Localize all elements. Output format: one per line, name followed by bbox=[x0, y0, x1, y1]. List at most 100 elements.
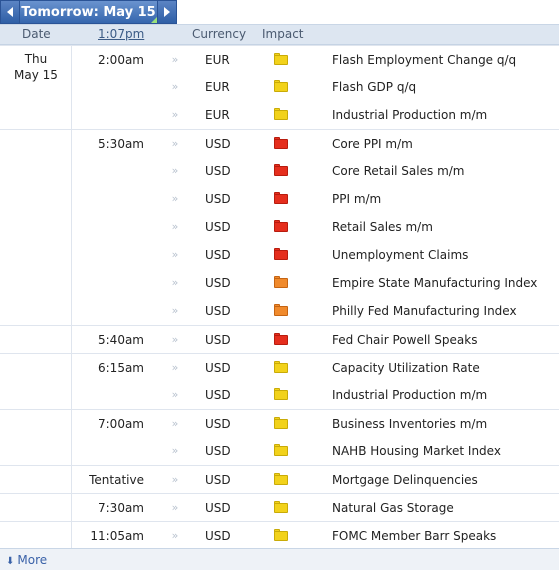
event-title[interactable]: Capacity Utilization Rate bbox=[332, 354, 480, 382]
detail-arrow-icon[interactable]: » bbox=[168, 326, 182, 354]
detail-arrow-icon[interactable]: » bbox=[168, 101, 182, 129]
table-row[interactable]: 2:00am » EUR Flash Employment Change q/q bbox=[0, 45, 559, 73]
tab-tomorrow[interactable]: Tomorrow: May 15 bbox=[20, 0, 157, 24]
event-title[interactable]: Industrial Production m/m bbox=[332, 101, 487, 129]
table-row[interactable]: » USD Unemployment Claims bbox=[0, 241, 559, 269]
event-title[interactable]: Flash Employment Change q/q bbox=[332, 46, 516, 74]
detail-arrow-icon[interactable]: » bbox=[168, 437, 182, 465]
event-title[interactable]: FOMC Member Barr Speaks bbox=[332, 522, 496, 550]
yellow-impact-folder-icon[interactable] bbox=[274, 529, 288, 541]
yellow-impact-folder-icon[interactable] bbox=[274, 417, 288, 429]
event-time bbox=[74, 437, 144, 465]
red-impact-folder-icon[interactable] bbox=[274, 248, 288, 260]
previous-day-button[interactable] bbox=[0, 0, 20, 24]
red-impact-folder-icon[interactable] bbox=[274, 137, 288, 149]
impact-cell bbox=[262, 354, 302, 382]
event-currency: EUR bbox=[205, 80, 230, 94]
impact-cell bbox=[262, 466, 302, 494]
next-day-button[interactable] bbox=[157, 0, 177, 24]
yellow-impact-folder-icon[interactable] bbox=[274, 444, 288, 456]
table-row[interactable]: » USD PPI m/m bbox=[0, 185, 559, 213]
more-link[interactable]: ⬇ More bbox=[6, 553, 47, 567]
table-row[interactable]: 7:00am » USD Business Inventories m/m bbox=[0, 409, 559, 437]
table-row[interactable]: » USD Industrial Production m/m bbox=[0, 381, 559, 409]
event-title[interactable]: Mortgage Delinquencies bbox=[332, 466, 478, 494]
event-title[interactable]: Empire State Manufacturing Index bbox=[332, 269, 537, 297]
event-title[interactable]: Natural Gas Storage bbox=[332, 494, 454, 522]
detail-arrow-icon[interactable]: » bbox=[168, 381, 182, 409]
yellow-impact-folder-icon[interactable] bbox=[274, 388, 288, 400]
orange-impact-folder-icon[interactable] bbox=[274, 276, 288, 288]
yellow-impact-folder-icon[interactable] bbox=[274, 361, 288, 373]
table-row[interactable]: Tentative » USD Mortgage Delinquencies bbox=[0, 465, 559, 493]
table-row[interactable]: 6:15am » USD Capacity Utilization Rate bbox=[0, 353, 559, 381]
yellow-impact-folder-icon[interactable] bbox=[274, 108, 288, 120]
table-row[interactable]: » USD NAHB Housing Market Index bbox=[0, 437, 559, 465]
orange-impact-folder-icon[interactable] bbox=[274, 304, 288, 316]
event-title[interactable]: Industrial Production m/m bbox=[332, 381, 487, 409]
red-impact-folder-icon[interactable] bbox=[274, 192, 288, 204]
event-currency: USD bbox=[205, 361, 231, 375]
detail-arrow-icon[interactable]: » bbox=[168, 241, 182, 269]
yellow-impact-folder-icon[interactable] bbox=[274, 501, 288, 513]
detail-arrow-icon[interactable]: » bbox=[168, 73, 182, 101]
impact-cell bbox=[262, 522, 302, 550]
event-title[interactable]: Business Inventories m/m bbox=[332, 410, 487, 438]
detail-arrow-icon[interactable]: » bbox=[168, 354, 182, 382]
event-title[interactable]: Fed Chair Powell Speaks bbox=[332, 326, 477, 354]
event-time bbox=[74, 381, 144, 409]
yellow-impact-folder-icon[interactable] bbox=[274, 53, 288, 65]
detail-arrow-icon[interactable]: » bbox=[168, 157, 182, 185]
table-row[interactable]: 5:40am » USD Fed Chair Powell Speaks bbox=[0, 325, 559, 353]
detail-arrow-icon[interactable]: » bbox=[168, 213, 182, 241]
impact-cell bbox=[262, 101, 302, 129]
impact-cell bbox=[262, 381, 302, 409]
table-row[interactable]: 11:05am » USD FOMC Member Barr Speaks bbox=[0, 521, 559, 549]
table-row[interactable]: » USD Core Retail Sales m/m bbox=[0, 157, 559, 185]
event-title[interactable]: Core Retail Sales m/m bbox=[332, 157, 465, 185]
detail-arrow-icon[interactable]: » bbox=[168, 297, 182, 325]
detail-arrow-icon[interactable]: » bbox=[168, 185, 182, 213]
event-title[interactable]: Flash GDP q/q bbox=[332, 73, 416, 101]
event-time: 11:05am bbox=[90, 529, 144, 543]
event-title[interactable]: Philly Fed Manufacturing Index bbox=[332, 297, 517, 325]
event-currency: USD bbox=[205, 276, 231, 290]
detail-arrow-icon[interactable]: » bbox=[168, 494, 182, 522]
event-title[interactable]: Unemployment Claims bbox=[332, 241, 468, 269]
yellow-impact-folder-icon[interactable] bbox=[274, 473, 288, 485]
red-impact-folder-icon[interactable] bbox=[274, 164, 288, 176]
table-row[interactable]: 7:30am » USD Natural Gas Storage bbox=[0, 493, 559, 521]
impact-cell bbox=[262, 213, 302, 241]
detail-arrow-icon[interactable]: » bbox=[168, 466, 182, 494]
event-title[interactable]: Core PPI m/m bbox=[332, 130, 413, 158]
event-currency: USD bbox=[205, 529, 231, 543]
impact-cell bbox=[262, 73, 302, 101]
table-row[interactable]: 5:30am » USD Core PPI m/m bbox=[0, 129, 559, 157]
header-time-link[interactable]: 1:07pm bbox=[98, 27, 144, 41]
down-arrow-icon: ⬇ bbox=[6, 556, 15, 567]
detail-arrow-icon[interactable]: » bbox=[168, 269, 182, 297]
red-impact-folder-icon[interactable] bbox=[274, 220, 288, 232]
event-currency: USD bbox=[205, 248, 231, 262]
table-row[interactable]: » USD Philly Fed Manufacturing Index bbox=[0, 297, 559, 325]
impact-cell bbox=[262, 326, 302, 354]
event-time: Tentative bbox=[89, 473, 144, 487]
red-impact-folder-icon[interactable] bbox=[274, 333, 288, 345]
event-currency: USD bbox=[205, 192, 231, 206]
event-currency: USD bbox=[205, 473, 231, 487]
detail-arrow-icon[interactable]: » bbox=[168, 130, 182, 158]
event-title[interactable]: NAHB Housing Market Index bbox=[332, 437, 501, 465]
table-row[interactable]: » EUR Industrial Production m/m bbox=[0, 101, 559, 129]
table-row[interactable]: » EUR Flash GDP q/q bbox=[0, 73, 559, 101]
table-row[interactable]: » USD Retail Sales m/m bbox=[0, 213, 559, 241]
impact-cell bbox=[262, 46, 302, 74]
detail-arrow-icon[interactable]: » bbox=[168, 46, 182, 74]
detail-arrow-icon[interactable]: » bbox=[168, 522, 182, 550]
event-title[interactable]: PPI m/m bbox=[332, 185, 381, 213]
arrow-left-icon bbox=[7, 7, 13, 17]
yellow-impact-folder-icon[interactable] bbox=[274, 80, 288, 92]
table-row[interactable]: » USD Empire State Manufacturing Index bbox=[0, 269, 559, 297]
detail-arrow-icon[interactable]: » bbox=[168, 410, 182, 438]
event-time: 5:40am bbox=[98, 333, 144, 347]
event-title[interactable]: Retail Sales m/m bbox=[332, 213, 433, 241]
